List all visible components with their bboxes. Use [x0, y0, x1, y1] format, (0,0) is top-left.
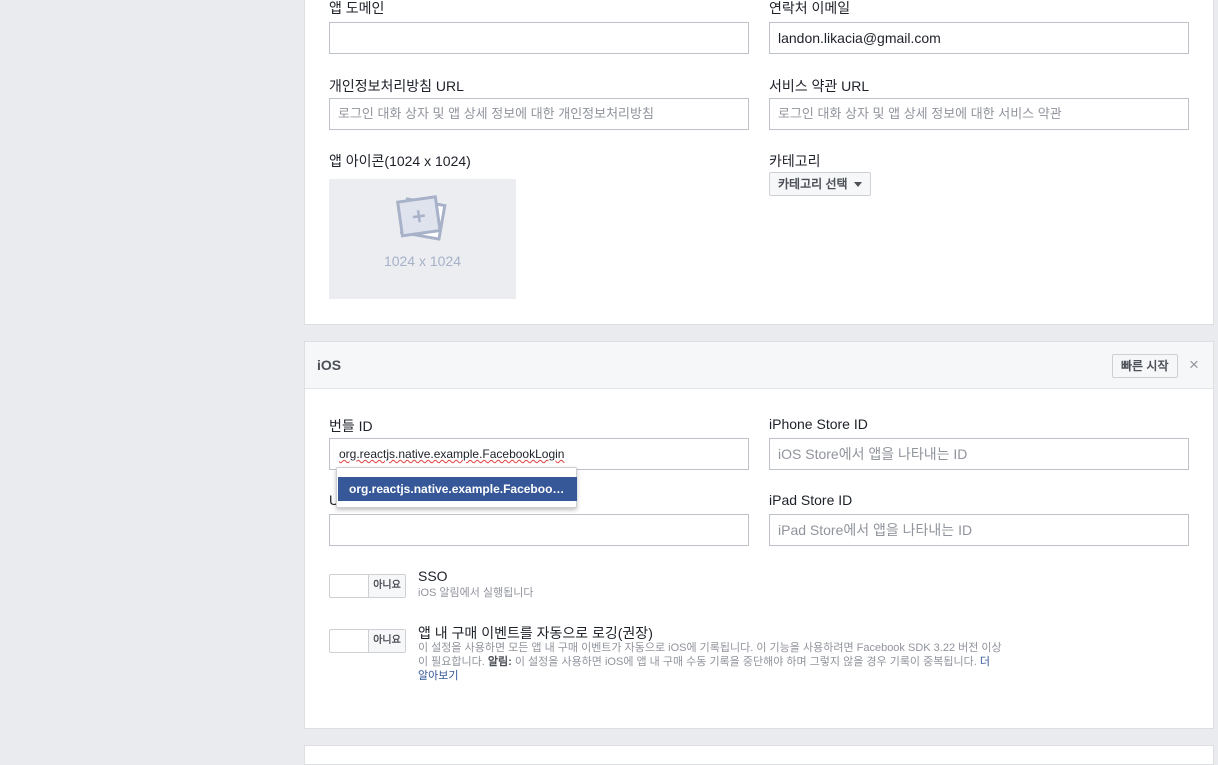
image-upload-icon	[396, 195, 447, 241]
iap-logging-description: 이 설정을 사용하면 모든 앱 내 구매 이벤트가 자동으로 iOS에 기록됩니…	[418, 641, 1003, 683]
terms-url-label: 서비스 약관 URL	[769, 78, 870, 94]
iphone-store-id-input[interactable]: iOS Store에서 앱을 나타내는 ID	[769, 438, 1189, 470]
next-platform-card	[304, 745, 1214, 765]
category-label: 카테고리	[769, 153, 821, 169]
iap-logging-toggle[interactable]: 아니요	[329, 629, 406, 653]
terms-url-input[interactable]: 로그인 대화 상자 및 앱 상세 정보에 대한 서비스 약관	[769, 98, 1189, 130]
ios-card-header: iOS 빠른 시작 ×	[305, 342, 1213, 389]
caret-down-icon	[853, 182, 862, 188]
iap-desc-part2: 이 설정을 사용하면 iOS에 앱 내 구매 수동 기록을 중단해야 하며 그렇…	[511, 656, 980, 668]
privacy-url-input[interactable]: 로그인 대화 상자 및 앱 상세 정보에 대한 개인정보처리방침	[329, 98, 749, 130]
ipad-store-id-label: iPad Store ID	[769, 492, 853, 508]
ios-platform-card: iOS 빠른 시작 × 번들 ID org.reactjs.native.exa…	[304, 341, 1214, 729]
sso-toggle-label: 아니요	[368, 575, 405, 597]
iap-toggle-label: 아니요	[368, 630, 405, 652]
app-icon-label: 앱 아이콘(1024 x 1024)	[329, 153, 471, 169]
contact-email-input[interactable]: landon.likacia@gmail.com	[769, 22, 1189, 54]
bundle-id-value: org.reactjs.native.example.FacebookLogin	[339, 447, 565, 461]
quick-start-button[interactable]: 빠른 시작	[1112, 354, 1178, 378]
iap-desc-alert: 알림:	[487, 656, 512, 668]
category-select-button[interactable]: 카테고리 선택	[769, 172, 871, 196]
iap-logging-title: 앱 내 구매 이벤트를 자동으로 로깅(권장)	[418, 625, 653, 641]
bundle-id-input[interactable]: org.reactjs.native.example.FacebookLogin	[329, 438, 749, 470]
iphone-store-id-label: iPhone Store ID	[769, 416, 868, 432]
sso-description: iOS 알림에서 실행됩니다	[418, 587, 534, 599]
ios-card-title: iOS	[317, 357, 342, 373]
bundle-id-label: 번들 ID	[329, 418, 373, 434]
close-icon[interactable]: ×	[1189, 355, 1199, 375]
sso-toggle[interactable]: 아니요	[329, 574, 406, 598]
bundle-id-autocomplete: org.reactjs.native.example.Faceboo…	[336, 467, 577, 508]
app-icon-upload[interactable]: 1024 x 1024	[329, 179, 516, 299]
ipad-store-id-input[interactable]: iPad Store에서 앱을 나타내는 ID	[769, 514, 1189, 546]
url-suffix-input[interactable]	[329, 514, 749, 546]
app-domain-label: 앱 도메인	[329, 0, 385, 16]
app-domain-input[interactable]	[329, 22, 749, 54]
contact-email-label: 연락처 이메일	[769, 0, 851, 16]
basic-settings-card: 앱 도메인 연락처 이메일 landon.likacia@gmail.com 개…	[304, 0, 1214, 325]
privacy-url-label: 개인정보처리방침 URL	[329, 78, 464, 94]
app-icon-size-text: 1024 x 1024	[383, 253, 462, 269]
autocomplete-suggestion[interactable]: org.reactjs.native.example.Faceboo…	[338, 477, 577, 501]
category-select-label: 카테고리 선택	[778, 177, 848, 191]
sso-title: SSO	[418, 568, 448, 584]
